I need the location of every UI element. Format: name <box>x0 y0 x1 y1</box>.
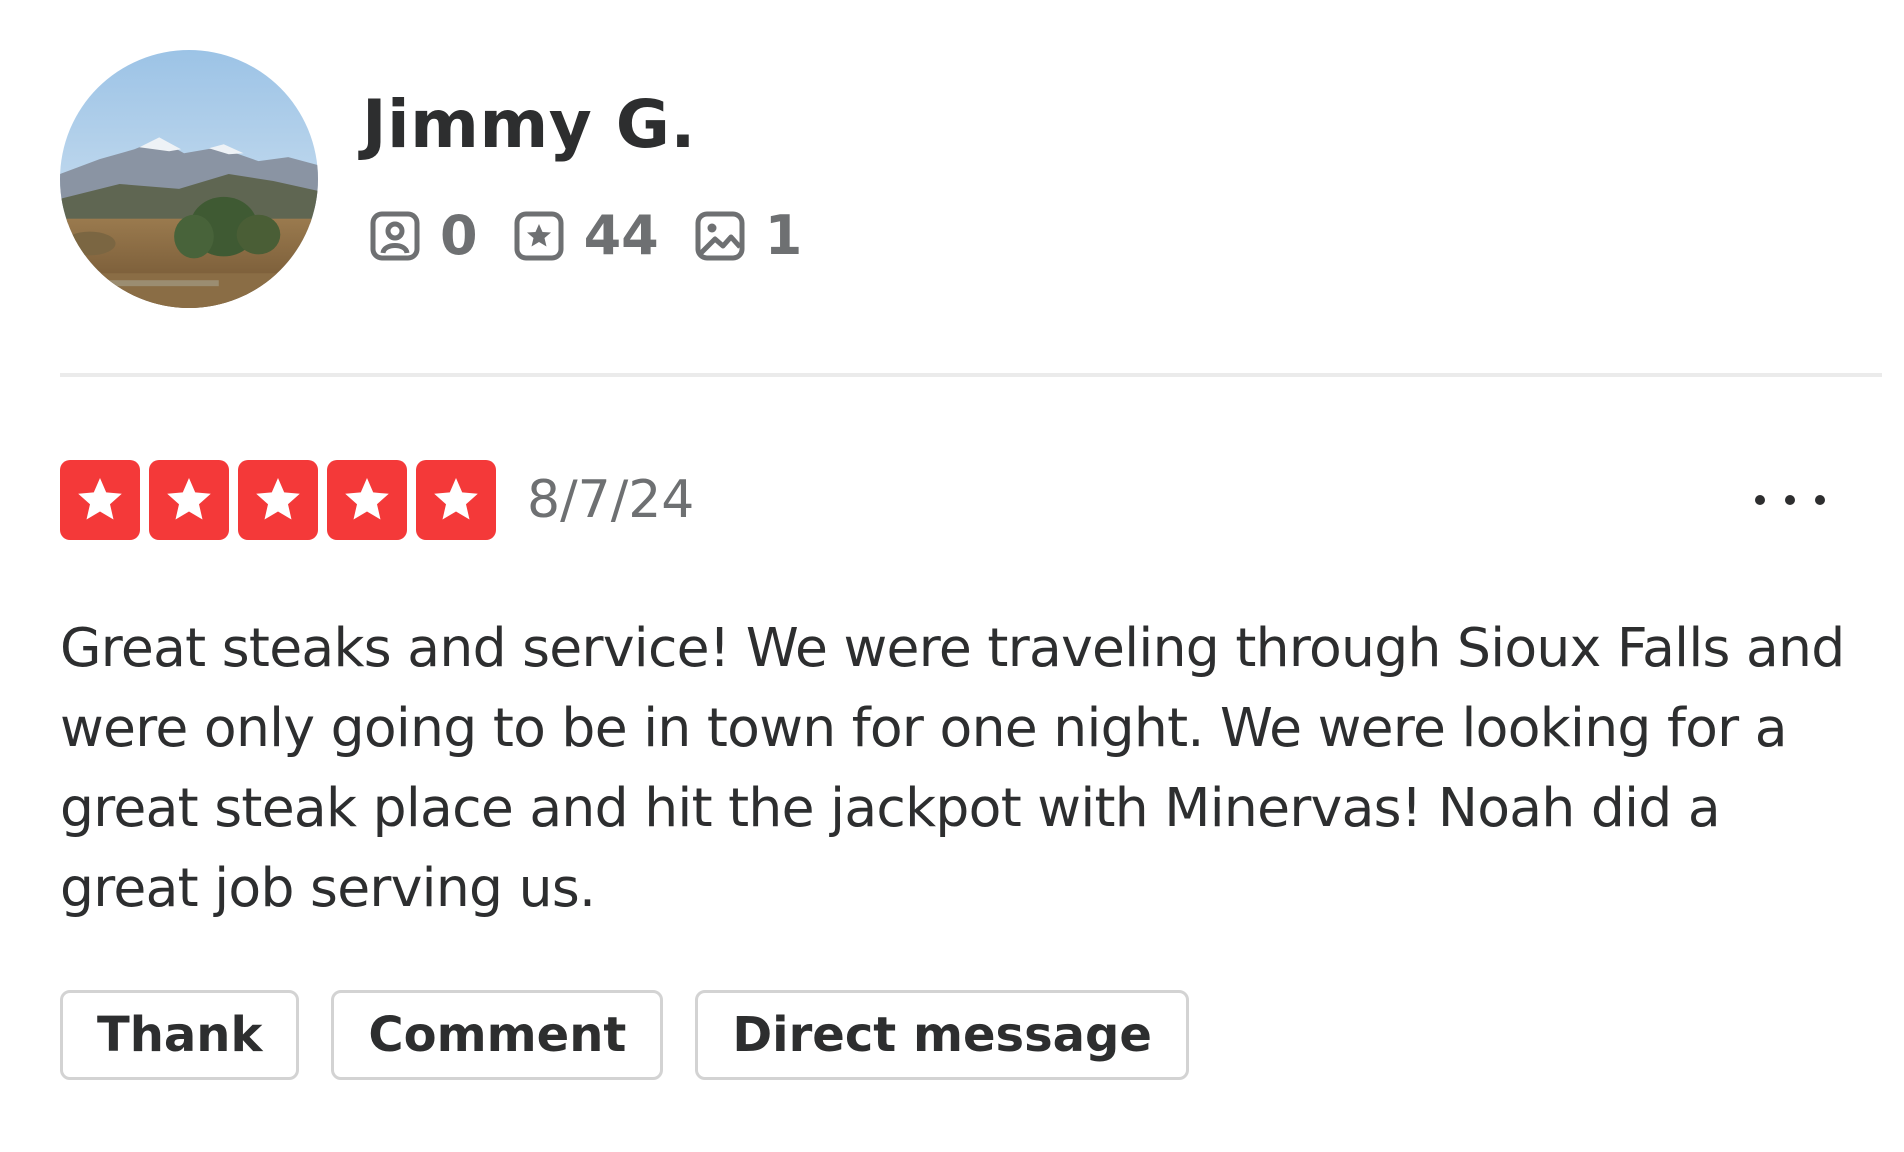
photos-count: 1 <box>764 204 803 267</box>
review-text: Great steaks and service! We were travel… <box>60 616 1845 919</box>
reviews-stat: 44 <box>512 209 659 263</box>
star-rating <box>60 460 505 540</box>
photos-icon <box>695 211 745 261</box>
user-avatar[interactable] <box>60 50 318 308</box>
rating-star <box>60 460 140 540</box>
more-options-icon <box>1755 495 1825 505</box>
more-options-button[interactable] <box>1740 470 1840 530</box>
star-icon <box>167 478 211 520</box>
star-icon <box>78 478 122 520</box>
mountain-landscape-avatar-icon <box>60 50 318 308</box>
rating-star <box>416 460 496 540</box>
divider <box>60 373 1882 377</box>
reviews-count: 44 <box>583 204 659 267</box>
star-icon <box>345 478 389 520</box>
review-card: Jimmy G. 0 44 1 8/7/24 Great steaks and … <box>0 0 1904 1152</box>
direct-message-button[interactable]: Direct message <box>695 990 1189 1080</box>
review-date: 8/7/24 <box>527 470 695 530</box>
photos-stat: 1 <box>693 204 803 267</box>
friends-stat: 0 <box>368 209 478 263</box>
star-icon <box>434 478 478 520</box>
user-stats: 0 44 1 <box>368 206 836 266</box>
rating-star <box>149 460 229 540</box>
reviews-star-icon <box>514 211 564 261</box>
review-actions: Thank Comment Direct message <box>60 990 1221 1080</box>
user-name[interactable]: Jimmy G. <box>362 92 696 158</box>
star-icon <box>256 478 300 520</box>
rating-star <box>327 460 407 540</box>
friends-icon <box>370 211 420 261</box>
friends-count: 0 <box>440 204 478 267</box>
thank-button[interactable]: Thank <box>60 990 300 1080</box>
rating-star <box>238 460 318 540</box>
comment-button[interactable]: Comment <box>331 990 664 1080</box>
